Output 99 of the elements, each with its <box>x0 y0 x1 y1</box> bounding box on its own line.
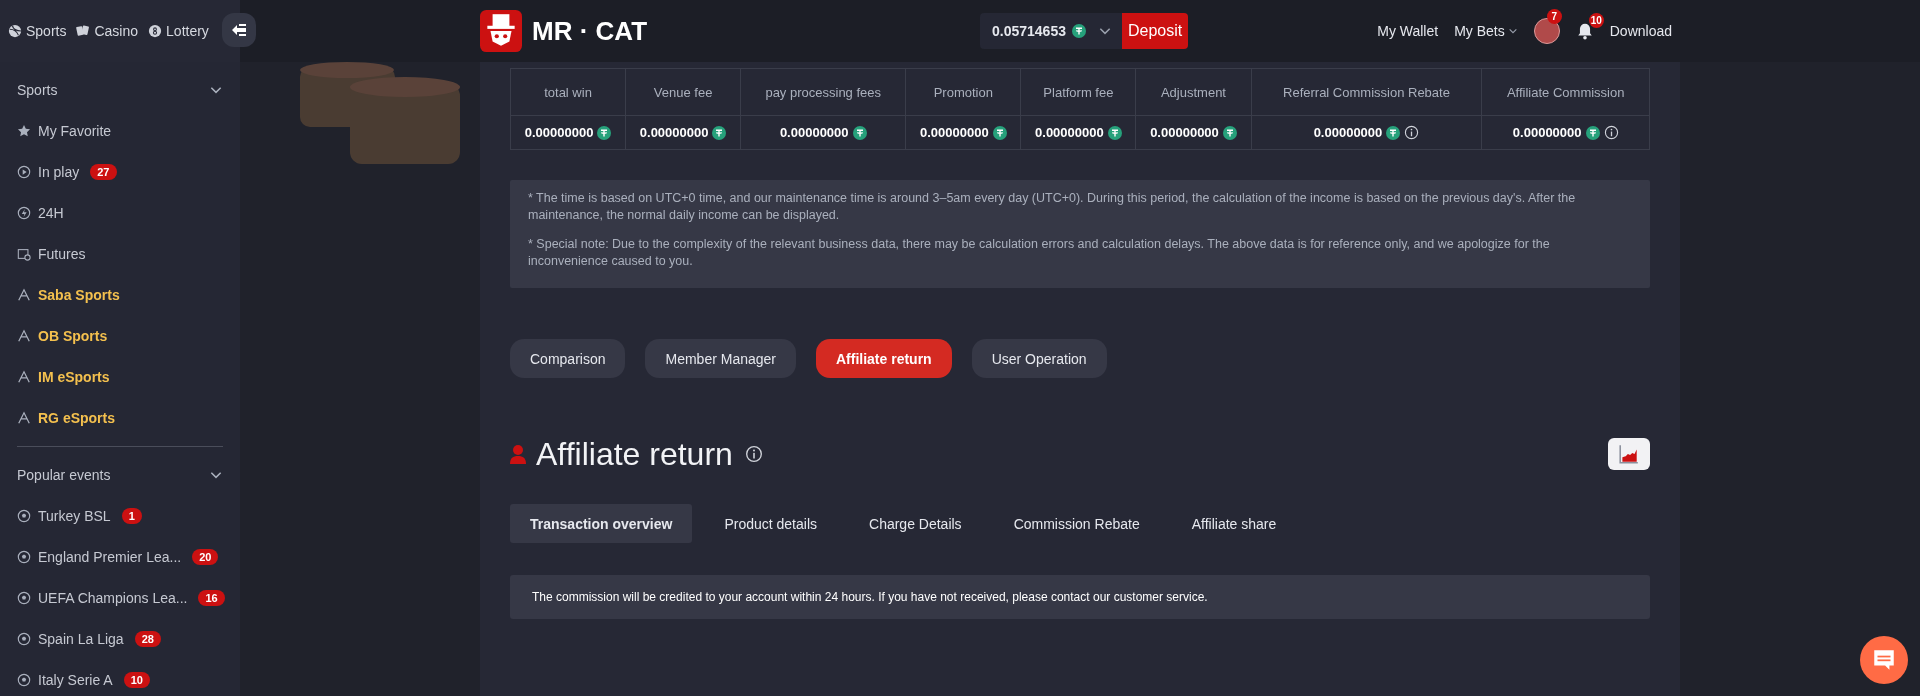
sport-icon <box>17 123 31 138</box>
page-title: Affiliate return <box>536 435 733 473</box>
table-cell: 0.00000000 <box>639 125 709 140</box>
person-icon <box>510 444 526 464</box>
table-cell: 0.00000000 <box>919 125 989 140</box>
column-header: Referral Commission Rebate <box>1251 68 1482 116</box>
lottery-ball-icon <box>148 24 163 38</box>
nav-link[interactable]: Sports <box>8 23 67 39</box>
section-title: Sports <box>17 82 58 98</box>
section-tab[interactable]: Member Manager <box>645 339 796 378</box>
sport-icon <box>17 590 31 605</box>
nav-link[interactable]: Casino <box>76 23 139 39</box>
sport-icon <box>17 205 31 220</box>
note-text: * The time is based on UTC+0 time, and our maintenance time is around 3–5am every day (UTC+0). During this period, the calculation of the income is based on the previous day's. After the maintenance, the normal daily income can be displayed. <box>528 190 1577 224</box>
count-badge: 1 <box>121 507 142 524</box>
coin-icon <box>597 125 612 140</box>
sport-icon <box>17 369 31 384</box>
note-text: * Special note: Due to the complexity of the relevant business data, there may be calculation errors and calculation delays. The above data is for reference only, and we apologize for the inconvenience caused to you. <box>528 236 1551 270</box>
sport-icon <box>17 328 31 343</box>
section-tab[interactable]: User Operation <box>971 339 1107 378</box>
notification-count: 10 <box>1588 13 1604 28</box>
download-link[interactable]: Download <box>1609 23 1672 39</box>
sport-icon <box>17 164 31 179</box>
ball-icon <box>8 24 22 38</box>
sidebar-item[interactable]: Futures <box>17 233 223 274</box>
collapse-arrow-icon <box>231 22 247 38</box>
column-header: pay processing fees <box>740 68 906 116</box>
nav-link[interactable]: Lottery <box>148 23 209 39</box>
table-cell: 0.00000000 <box>1512 125 1582 140</box>
sub-tab[interactable]: Affiliate share <box>1171 504 1297 543</box>
sport-icon <box>17 672 31 687</box>
notification-count: 7 <box>1546 9 1562 24</box>
sport-icon <box>17 287 31 302</box>
coin-icon <box>1071 24 1086 38</box>
notice-text: The commission will be credited to your account within 24 hours. If you have not received, please contact our customer service. <box>532 590 1208 604</box>
section-tab[interactable]: Affiliate return <box>816 339 952 378</box>
sidebar-item[interactable]: Turkey BSL 1 <box>17 495 223 536</box>
avatar[interactable] <box>1533 18 1560 44</box>
chat-button[interactable] <box>1860 636 1908 684</box>
sidebar-item[interactable]: OB Sports <box>17 315 223 356</box>
coin-icon <box>712 125 727 140</box>
table-cell: 0.00000000 <box>1150 125 1219 140</box>
table-cell: 0.00000000 <box>779 125 849 140</box>
chart-button[interactable] <box>1608 438 1650 470</box>
table-cell: 0.00000000 <box>1313 125 1383 140</box>
table-cell: 0.00000000 <box>1035 125 1104 140</box>
area-chart-icon <box>1618 443 1640 465</box>
count-badge: 10 <box>123 671 150 688</box>
sidebar-item[interactable]: England Premier Lea... 20 <box>17 536 223 577</box>
info-icon[interactable] <box>744 445 763 463</box>
coin-icon <box>1107 125 1122 140</box>
sidebar-item[interactable]: IM eSports <box>17 356 223 397</box>
balance-dropdown[interactable]: 0.05714653 <box>980 13 1122 49</box>
count-badge: 20 <box>192 548 219 565</box>
sport-icon <box>17 631 31 646</box>
sidebar-item[interactable]: My Favorite <box>17 110 223 151</box>
cat-hat-logo-icon <box>480 10 522 52</box>
column-header: Platform fee <box>1020 68 1136 116</box>
wallet-link[interactable]: My Wallet <box>1377 23 1439 39</box>
bets-dropdown[interactable]: My Bets <box>1454 23 1518 39</box>
column-header: total win <box>510 68 626 116</box>
sub-tab[interactable]: Charge Details <box>849 504 982 543</box>
coin-icon <box>992 125 1007 140</box>
sidebar-item[interactable]: RG eSports <box>17 397 223 438</box>
info-icon[interactable] <box>1404 125 1420 140</box>
cards-icon <box>76 24 91 38</box>
sport-icon <box>17 246 31 261</box>
column-header: Promotion <box>905 68 1021 116</box>
sidebar-item[interactable]: Saba Sports <box>17 274 223 315</box>
sidebar-item[interactable]: In play 27 <box>17 151 223 192</box>
count-badge: 16 <box>198 589 225 606</box>
coin-icon <box>1222 125 1237 140</box>
sidebar-item[interactable]: 24H <box>17 192 223 233</box>
sport-icon <box>17 549 31 564</box>
bell-icon[interactable] <box>1575 22 1594 40</box>
column-header: Adjustment <box>1135 68 1252 116</box>
sub-tab[interactable]: Transaction overview <box>510 504 693 543</box>
sport-icon <box>17 410 31 425</box>
count-badge: 28 <box>134 630 161 647</box>
coin-icon <box>1585 125 1600 140</box>
section-title: Popular events <box>17 467 111 483</box>
logo-text: MR · CAT <box>532 15 648 47</box>
collapse-sidebar-button[interactable] <box>222 13 256 47</box>
info-icon[interactable] <box>1603 125 1619 140</box>
sidebar-item[interactable]: Italy Serie A 10 <box>17 659 223 696</box>
column-header: Venue fee <box>625 68 741 116</box>
table-cell: 0.00000000 <box>524 125 594 140</box>
chevron-down-icon <box>1507 26 1518 36</box>
sport-icon <box>17 508 31 523</box>
sidebar-item[interactable]: UEFA Champions Lea... 16 <box>17 577 223 618</box>
section-tab[interactable]: Comparison <box>510 339 626 378</box>
count-badge: 27 <box>90 163 117 180</box>
sub-tab[interactable]: Commission Rebate <box>993 504 1160 543</box>
column-header: Affiliate Commission <box>1481 68 1650 116</box>
coin-icon <box>852 125 867 140</box>
sub-tab[interactable]: Product details <box>704 504 837 543</box>
coin-icon <box>1386 125 1401 140</box>
sidebar-item[interactable]: Spain La Liga 28 <box>17 618 223 659</box>
deposit-button[interactable]: Deposit <box>1121 13 1189 49</box>
